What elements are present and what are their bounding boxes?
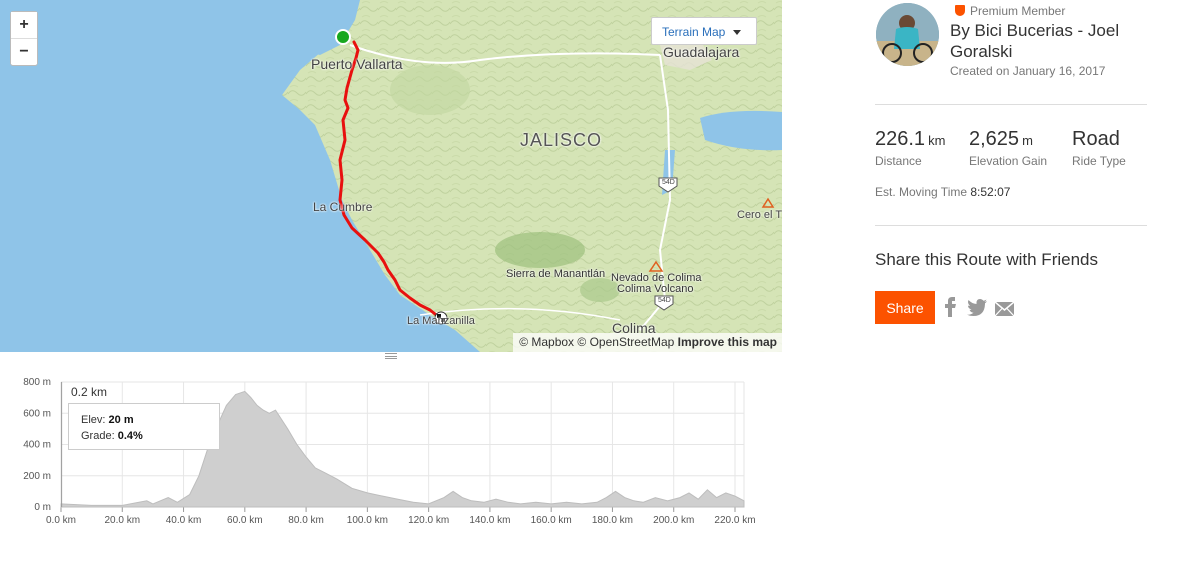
x-tick-label: 100.0 km [347, 515, 388, 526]
share-heading: Share this Route with Friends [875, 250, 1098, 269]
premium-label: Premium Member [970, 4, 1066, 18]
avatar-image [876, 3, 939, 66]
stat-ride-type: Road Ride Type [1072, 128, 1126, 168]
tooltip-elev-label: Elev: [81, 414, 106, 426]
zoom-in-button[interactable]: + [11, 12, 37, 38]
twitter-icon[interactable] [967, 299, 987, 316]
x-tick-label: 200.0 km [653, 515, 694, 526]
y-tick-label: 0 m [34, 502, 51, 513]
stat-ride-type-label: Ride Type [1072, 154, 1126, 168]
map-attribution: © Mapbox © OpenStreetMap Improve this ma… [513, 333, 782, 352]
x-tick-label: 180.0 km [592, 515, 633, 526]
stat-elevation-label: Elevation Gain [969, 154, 1048, 168]
stat-distance-label: Distance [875, 154, 922, 168]
divider-middle [875, 225, 1147, 226]
moving-time: Est. Moving Time 8:52:07 [875, 185, 1010, 199]
tooltip-elev-row: Elev: 20 m [81, 412, 219, 428]
premium-badge: Premium Member [955, 4, 1065, 18]
stat-distance: 226.1 km Distance [875, 128, 945, 168]
label-la-manzanilla: La Manzanilla [407, 315, 475, 327]
stat-distance-value: 226.1 [875, 128, 926, 150]
facebook-icon[interactable] [944, 297, 956, 317]
improve-map-link[interactable]: Improve this map [678, 335, 777, 349]
divider-top [875, 104, 1147, 105]
x-tick-label: 40.0 km [166, 515, 202, 526]
label-guadalajara: Guadalajara [663, 44, 740, 60]
stat-distance-unit: km [928, 133, 946, 148]
athlete-name[interactable]: By Bici Bucerias - Joel Goralski [950, 20, 1150, 62]
y-tick-label: 400 m [23, 440, 51, 451]
tooltip-grade-label: Grade: [81, 430, 115, 442]
email-icon[interactable] [995, 302, 1014, 316]
zoom-control: + − [10, 11, 38, 66]
distance-readout: 0.2 km [71, 385, 108, 399]
tooltip-grade-row: Grade: 0.4% [81, 428, 219, 444]
label-jalisco: JALISCO [520, 130, 603, 150]
label-la-cumbre: La Cumbre [313, 200, 373, 214]
route-start-marker [335, 29, 351, 45]
tooltip-elev-value: 20 m [108, 414, 134, 426]
y-tick-label: 600 m [23, 408, 51, 419]
stat-elevation-unit: m [1022, 133, 1033, 148]
osm-link[interactable]: © OpenStreetMap [577, 335, 674, 349]
y-tick-label: 200 m [23, 471, 51, 482]
y-tick-label: 800 m [23, 377, 51, 388]
caret-down-icon [733, 30, 741, 35]
elevation-tooltip: Elev: 20 m Grade: 0.4% [68, 403, 220, 450]
stat-elevation-value: 2,625 [969, 128, 1020, 150]
x-tick-label: 160.0 km [531, 515, 572, 526]
premium-shield-icon [955, 5, 965, 16]
label-puerto-vallarta: Puerto Vallarta [311, 56, 403, 72]
share-button[interactable]: Share [875, 291, 935, 324]
map-type-label: Terrain Map [662, 25, 726, 39]
moving-time-value: 8:52:07 [970, 185, 1011, 199]
label-colima-volcano: Colima Volcano [617, 283, 694, 295]
label-route-54d-2: 54D [658, 297, 671, 304]
mapbox-link[interactable]: © Mapbox [519, 335, 574, 349]
tooltip-grade-value: 0.4% [117, 430, 143, 442]
athlete-avatar[interactable] [876, 3, 939, 66]
x-tick-label: 120.0 km [408, 515, 449, 526]
map-type-dropdown[interactable]: Terrain Map [651, 17, 757, 45]
x-tick-label: 140.0 km [469, 515, 510, 526]
x-tick-label: 220.0 km [714, 515, 755, 526]
moving-time-label: Est. Moving Time [875, 185, 968, 199]
route-map[interactable]: Puerto Vallarta Guadalajara JALISCO La C… [0, 0, 782, 352]
x-tick-label: 0.0 km [46, 515, 76, 526]
label-route-54d-1: 54D [662, 179, 675, 186]
x-tick-label: 80.0 km [288, 515, 324, 526]
stat-ride-type-value: Road [1072, 128, 1120, 150]
x-tick-label: 60.0 km [227, 515, 263, 526]
label-sierra: Sierra de Manantlán [506, 268, 606, 280]
zoom-out-button[interactable]: − [11, 38, 37, 64]
map-resize-handle[interactable] [385, 353, 397, 359]
stat-elevation: 2,625 m Elevation Gain [969, 128, 1047, 168]
x-tick-label: 20.0 km [104, 515, 140, 526]
label-cero-el: Cero el T [737, 209, 782, 221]
created-date: Created on January 16, 2017 [950, 64, 1106, 78]
